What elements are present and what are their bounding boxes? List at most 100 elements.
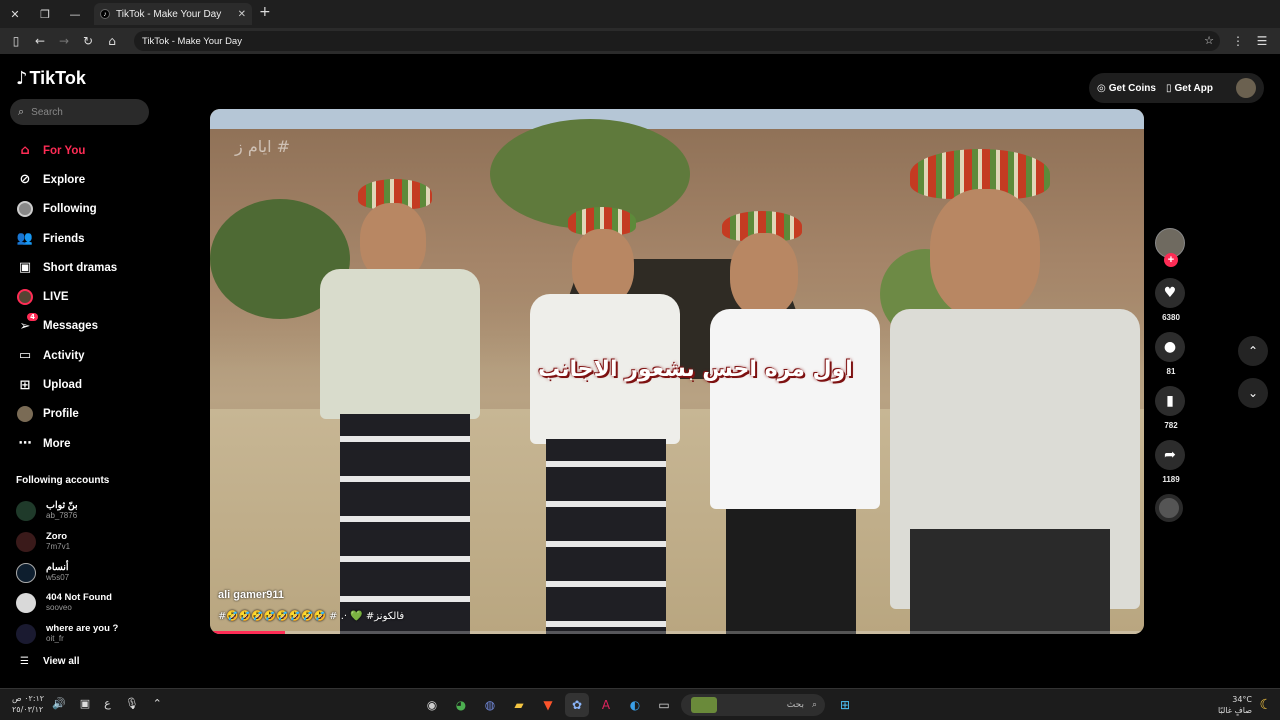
save-button[interactable]: ▮ bbox=[1155, 386, 1185, 416]
sidebar-item-live[interactable]: LIVE bbox=[16, 282, 117, 311]
browser-tab-bar: ✕ ❐ — ♪ TikTok - Make Your Day ✕ + bbox=[0, 0, 1280, 28]
live-avatar-icon bbox=[16, 288, 34, 306]
browser-app-icon[interactable]: ✿ bbox=[565, 693, 589, 717]
taskbar-clock[interactable]: ٠٢:١٢ ص ٢٥/٠٣/١٢ bbox=[12, 693, 44, 715]
friends-icon: 👥 bbox=[16, 231, 34, 247]
sidebar-item-activity[interactable]: ▭ Activity bbox=[16, 341, 117, 370]
sidebar-item-label: LIVE bbox=[43, 291, 69, 304]
sidebar-item-short-dramas[interactable]: ▣ Short dramas bbox=[16, 253, 117, 282]
share-count: 1189 bbox=[1162, 475, 1180, 484]
account-name: بنّ ثواب bbox=[46, 500, 78, 512]
brave-icon[interactable]: ▼ bbox=[536, 693, 560, 717]
chrome-icon[interactable]: ◕ bbox=[449, 693, 473, 717]
sidebar-item-for-you[interactable]: ⌂ For You bbox=[16, 136, 117, 165]
reload-icon[interactable]: ↻ bbox=[76, 28, 100, 54]
get-app-button[interactable]: ▯ Get App bbox=[1166, 83, 1213, 94]
microphone-icon[interactable]: 🎙 bbox=[125, 697, 139, 710]
music-disc-icon[interactable] bbox=[1155, 494, 1183, 522]
browser-tab[interactable]: ♪ TikTok - Make Your Day ✕ bbox=[94, 3, 252, 25]
sidebar-item-profile[interactable]: Profile bbox=[16, 400, 117, 429]
view-all-button[interactable]: ☰ View all bbox=[20, 656, 79, 667]
account-name: Zoro bbox=[46, 531, 68, 543]
share-arrow-icon: ➦ bbox=[1164, 447, 1176, 463]
top-right-actions: ◎ Get Coins ▯ Get App bbox=[1089, 73, 1264, 103]
taskbar-search[interactable]: بحث ⌕ bbox=[681, 694, 825, 716]
sidebar-item-explore[interactable]: ⊘ Explore bbox=[16, 165, 117, 194]
send-icon: ➢ 4 bbox=[16, 313, 38, 335]
discord-icon[interactable]: ◍ bbox=[478, 693, 502, 717]
sidebar-item-friends[interactable]: 👥 Friends bbox=[16, 224, 117, 253]
window-close-icon[interactable]: ✕ bbox=[0, 0, 30, 28]
film-icon: ▣ bbox=[18, 260, 32, 276]
share-button[interactable]: ➦ bbox=[1155, 440, 1185, 470]
app-icon[interactable]: ◉ bbox=[420, 693, 444, 717]
language-indicator[interactable]: ع bbox=[104, 697, 111, 710]
list-item[interactable]: Zoro 7m7v1 bbox=[16, 527, 118, 558]
sidebar-toggle-icon[interactable]: ▯ bbox=[4, 28, 28, 54]
like-button[interactable]: ♥ bbox=[1155, 278, 1185, 308]
list-item[interactable]: 404 Not Found sooveo bbox=[16, 588, 118, 619]
avatar bbox=[16, 624, 36, 645]
browser-panel-icon[interactable]: ☰ bbox=[1250, 28, 1274, 54]
comment-count: 81 bbox=[1166, 367, 1176, 376]
avatar bbox=[16, 532, 36, 553]
taskbar-search-placeholder: بحث bbox=[786, 700, 804, 710]
avatar bbox=[16, 593, 36, 614]
app-a-icon[interactable]: A bbox=[594, 693, 618, 717]
network-icon[interactable]: ▣ bbox=[80, 697, 90, 710]
messages-badge: 4 bbox=[27, 313, 38, 322]
weather-widget[interactable]: 34°C صافٍ غالبًا bbox=[1218, 694, 1252, 716]
home-icon: ⌂ bbox=[20, 143, 30, 159]
previous-video-button[interactable]: ⌃ bbox=[1238, 336, 1268, 366]
sidebar-item-upload[interactable]: ⊞ Upload bbox=[16, 370, 117, 399]
edge-icon[interactable]: ◐ bbox=[623, 693, 647, 717]
search-icon: ⌕ bbox=[811, 700, 817, 710]
tab-close-icon[interactable]: ✕ bbox=[238, 9, 246, 20]
tiktok-logo[interactable]: ♪ TikTok bbox=[16, 68, 86, 89]
taskbar-date: ٢٥/٠٣/١٢ bbox=[12, 705, 44, 714]
next-video-button[interactable]: ⌄ bbox=[1238, 378, 1268, 408]
creator-avatar[interactable]: + bbox=[1155, 228, 1185, 267]
video-player[interactable]: # ايام ز اول مره احس بشعور الاجانب ali g… bbox=[210, 109, 1144, 634]
comment-button[interactable]: ● bbox=[1155, 332, 1185, 362]
user-avatar[interactable] bbox=[1236, 78, 1256, 98]
coin-icon: ◎ bbox=[1097, 82, 1106, 94]
bookmark-star-icon[interactable]: ☆ bbox=[1204, 34, 1214, 47]
sidebar-item-label: Activity bbox=[43, 349, 85, 362]
window-minimize-icon[interactable]: — bbox=[60, 0, 90, 28]
save-count: 782 bbox=[1164, 421, 1178, 430]
list-item[interactable]: أنسام w5s07 bbox=[16, 557, 118, 588]
avatar bbox=[16, 501, 36, 522]
volume-icon[interactable]: 🔊 bbox=[52, 697, 66, 710]
window-app-icon[interactable]: ▭ bbox=[652, 693, 676, 717]
list-item[interactable]: where are you ? oit_fr bbox=[16, 619, 118, 650]
sidebar-item-label: For You bbox=[43, 144, 86, 157]
chevron-up-icon: ⌃ bbox=[1247, 344, 1259, 358]
address-input[interactable]: TikTok - Make Your Day ☆ bbox=[134, 31, 1220, 51]
video-progress-bar[interactable] bbox=[210, 631, 1144, 634]
sidebar-item-following[interactable]: Following bbox=[16, 195, 117, 224]
get-coins-button[interactable]: ◎ Get Coins bbox=[1097, 83, 1156, 94]
more-dots-icon: ⋯ bbox=[18, 436, 32, 452]
back-icon[interactable]: ← bbox=[28, 28, 52, 54]
follow-plus-icon[interactable]: + bbox=[1164, 253, 1178, 267]
file-explorer-icon[interactable]: ▰ bbox=[507, 693, 531, 717]
address-bar-row: ▯ ← → ↻ ⌂ TikTok - Make Your Day ☆ ⋮ ☰ bbox=[0, 28, 1280, 54]
sidebar-item-messages[interactable]: ➢ 4 Messages bbox=[16, 312, 117, 341]
compass-icon: ⊘ bbox=[19, 172, 31, 188]
list-item[interactable]: بنّ ثواب ab_7876 bbox=[16, 496, 118, 527]
windows-start-icon[interactable]: ⊞ bbox=[833, 693, 857, 717]
home-icon[interactable]: ⌂ bbox=[100, 28, 124, 54]
sidebar-item-more[interactable]: ⋯ More bbox=[16, 429, 117, 458]
heart-icon: ♥ bbox=[1163, 285, 1177, 301]
window-restore-icon[interactable]: ❐ bbox=[30, 0, 60, 28]
browser-menu-icon[interactable]: ⋮ bbox=[1226, 28, 1250, 54]
get-app-label: Get App bbox=[1174, 82, 1213, 94]
like-count: 6380 bbox=[1162, 313, 1180, 322]
video-author[interactable]: ali gamer911 bbox=[218, 589, 284, 601]
new-tab-icon[interactable]: + bbox=[259, 4, 271, 20]
tray-chevron-up-icon[interactable]: ⌃ bbox=[153, 697, 162, 710]
search-input[interactable]: ⌕ Search bbox=[10, 99, 149, 125]
forward-icon[interactable]: → bbox=[52, 28, 76, 54]
bookmark-icon: ▮ bbox=[1166, 393, 1174, 409]
